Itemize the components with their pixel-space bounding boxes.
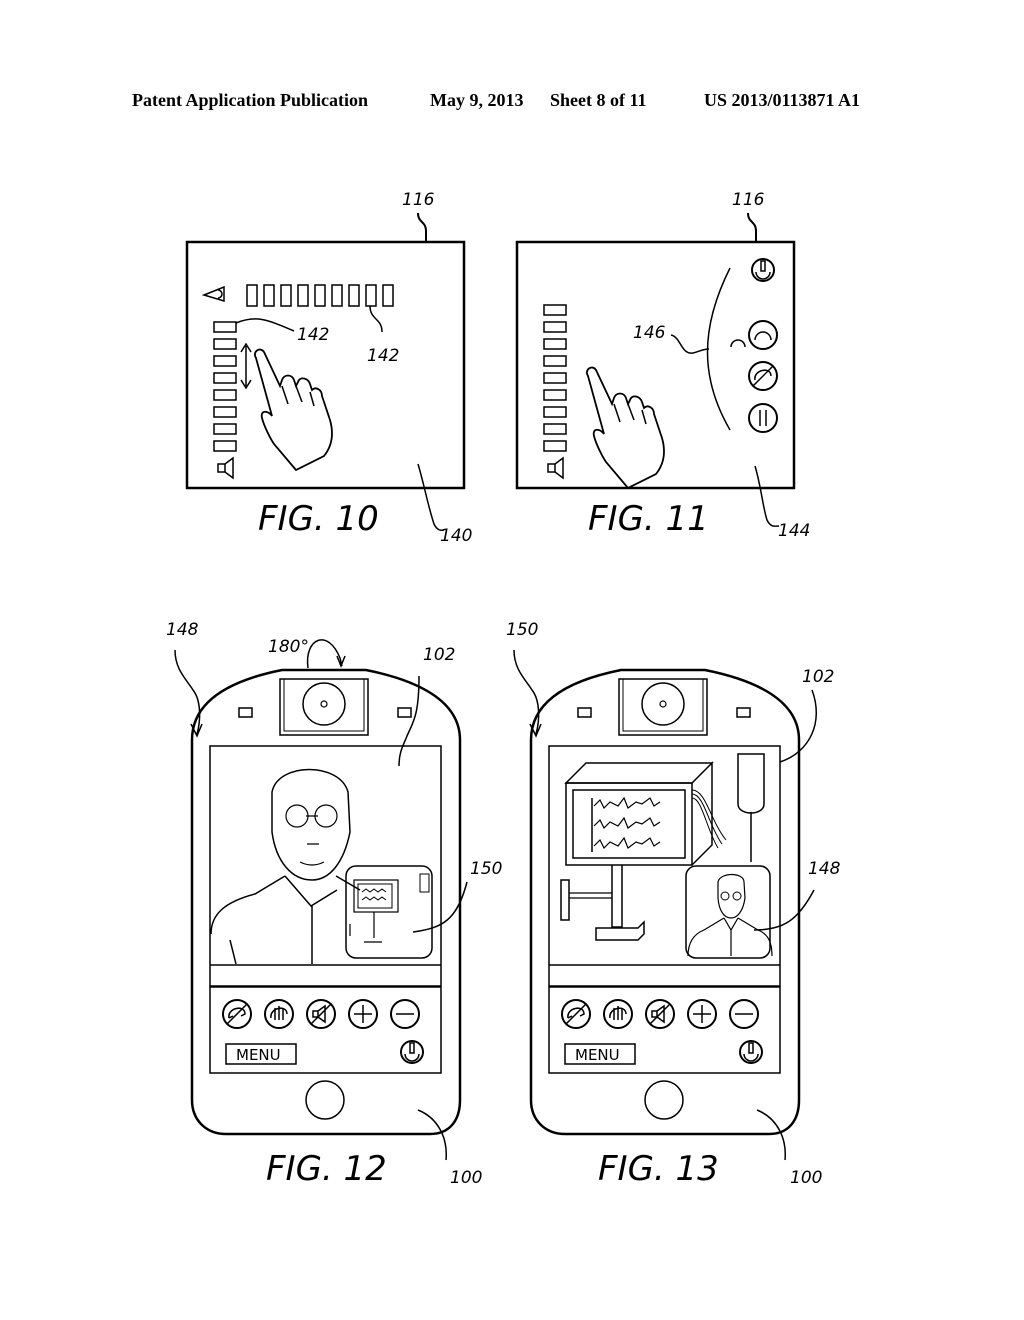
- home-button: [644, 1080, 684, 1120]
- power-icon: [751, 258, 775, 282]
- speaker-icon: [217, 457, 234, 479]
- fig10-screen: [185, 212, 466, 531]
- vertical-volume-bar: [213, 321, 237, 452]
- ref-146: 146: [633, 323, 666, 343]
- fig10-caption: FIG. 10: [258, 499, 379, 539]
- ref-102: 102: [423, 645, 455, 665]
- ref-148: 148: [166, 620, 199, 640]
- eye-icon: [201, 285, 225, 303]
- horizontal-volume-bar: [246, 284, 394, 307]
- fig11-caption: FIG. 11: [588, 499, 709, 539]
- pause-icon: [748, 403, 778, 433]
- ref-116: 116: [732, 190, 765, 210]
- menu-button[interactable]: MENU: [575, 1046, 620, 1064]
- fig13-device: [513, 649, 817, 1161]
- vertical-volume-bar: [543, 304, 567, 452]
- ref-140: 140: [440, 526, 472, 546]
- ref-144: 144: [778, 521, 810, 541]
- power-icon: [400, 1040, 424, 1064]
- fig13-caption: FIG. 13: [598, 1149, 719, 1189]
- fig11-screen: [515, 212, 796, 527]
- patent-drawing-sheet: 116 142 142 140 FIG. 10 116 146 144 FIG.…: [166, 190, 841, 1189]
- ref-142: 142: [297, 325, 329, 345]
- hand-pointer-icon: [585, 366, 665, 489]
- call-control-buttons: [222, 999, 420, 1029]
- ref-150: 150: [470, 859, 502, 879]
- power-icon: [739, 1040, 763, 1064]
- headset-small-icon: [730, 339, 746, 348]
- control-arc: [706, 267, 731, 431]
- hangup-icon: [748, 361, 778, 391]
- ref-116: 116: [402, 190, 435, 210]
- home-button: [305, 1080, 345, 1120]
- ref-150: 150: [506, 620, 538, 640]
- fig12-caption: FIG. 12: [266, 1149, 387, 1189]
- call-control-buttons: [561, 999, 759, 1029]
- ref-100: 100: [790, 1168, 822, 1188]
- up-down-arrow-icon: [240, 342, 252, 390]
- headset-icon: [748, 320, 778, 350]
- rotation-label: 180°: [268, 637, 309, 657]
- ref-148: 148: [808, 859, 841, 879]
- menu-button[interactable]: MENU: [236, 1046, 281, 1064]
- hand-pointer-icon: [253, 348, 333, 471]
- ref-142: 142: [367, 346, 399, 366]
- ref-100: 100: [450, 1168, 482, 1188]
- ref-102: 102: [802, 667, 834, 687]
- speaker-icon: [547, 457, 564, 479]
- fig12-device: [174, 639, 468, 1161]
